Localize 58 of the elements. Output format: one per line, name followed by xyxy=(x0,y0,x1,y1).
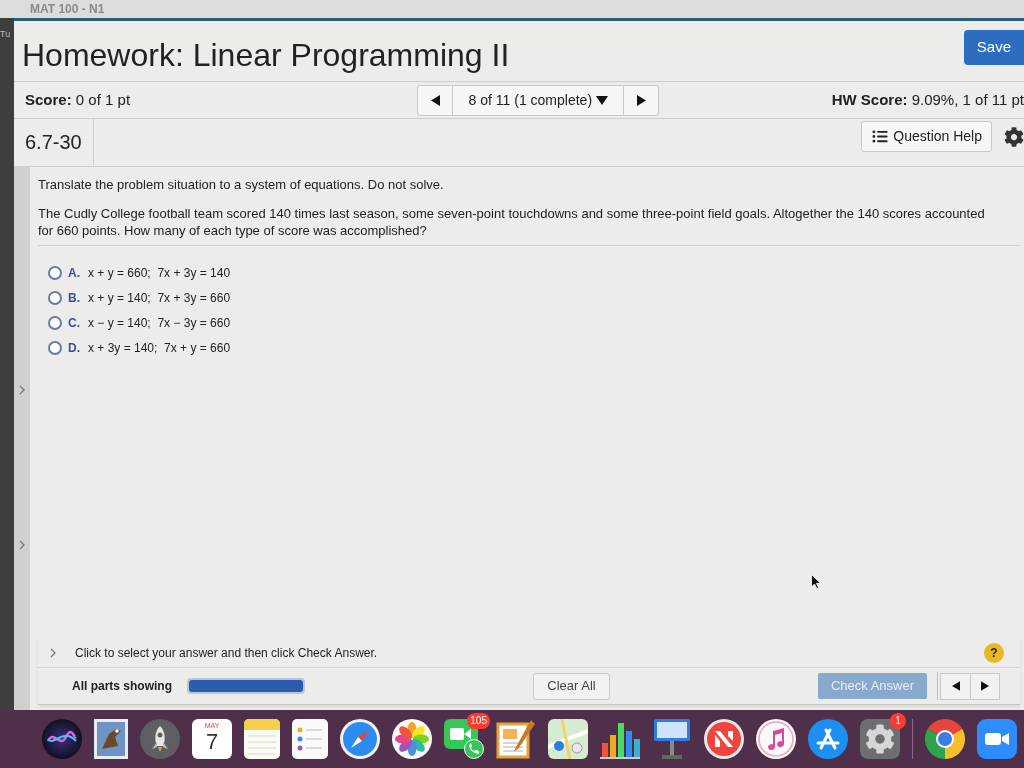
previous-button[interactable] xyxy=(940,672,970,700)
rocket-icon[interactable] xyxy=(140,719,180,759)
next-question-button[interactable] xyxy=(623,84,660,116)
triangle-lines-icon[interactable] xyxy=(808,719,848,759)
next-button[interactable] xyxy=(970,672,1000,700)
clear-all-button[interactable]: Clear All xyxy=(533,672,610,700)
question-help-button[interactable]: Question Help xyxy=(861,121,992,152)
caret-left-icon xyxy=(430,94,440,106)
sidebar-label: Tu xyxy=(0,30,11,39)
parts-label: All parts showing xyxy=(72,678,172,695)
option-letter[interactable]: A. xyxy=(68,263,80,282)
stamp-icon[interactable] xyxy=(94,719,128,759)
mouse-pointer-icon xyxy=(811,574,821,589)
radio-button[interactable] xyxy=(48,340,62,355)
question-dropdown[interactable]: 8 of 11 (1 complete) xyxy=(453,84,624,116)
document-pen-icon[interactable] xyxy=(496,719,536,759)
hint-text: Click to select your answer and then click Check Answer. xyxy=(75,644,379,662)
calendar-day: 7 xyxy=(205,731,219,753)
radio-button[interactable] xyxy=(48,315,62,330)
option-text[interactable]: x + y = 660; 7x + 3y = 140 xyxy=(88,263,231,282)
chevron-right-icon[interactable] xyxy=(19,385,25,395)
homework-title: Homework: Linear Programming II xyxy=(21,39,510,71)
option-text[interactable]: x − y = 140; 7x − 3y = 660 xyxy=(88,313,231,332)
stripes-disc-icon[interactable] xyxy=(704,719,744,759)
podium-icon[interactable] xyxy=(652,719,692,759)
checklist-icon[interactable] xyxy=(292,719,328,759)
option-text[interactable]: x + 3y = 140; 7x + y = 660 xyxy=(88,338,231,357)
instruction-text: Translate the problem situation to a system of equations. Do not solve. xyxy=(38,176,445,194)
save-button[interactable]: Save xyxy=(963,30,1024,65)
chevron-right-icon[interactable] xyxy=(50,647,56,658)
color-wheel-icon[interactable] xyxy=(925,719,965,759)
video-camera-icon[interactable] xyxy=(977,719,1017,759)
chevron-right-icon[interactable] xyxy=(19,540,25,550)
option-letter[interactable]: B. xyxy=(68,288,80,307)
option-text[interactable]: x + y = 140; 7x + 3y = 660 xyxy=(88,288,231,307)
settings-icon[interactable] xyxy=(1004,126,1024,147)
notification-badge: 105 xyxy=(467,713,490,729)
orb-icon[interactable] xyxy=(42,719,82,759)
caret-right-icon xyxy=(636,94,646,106)
list-icon xyxy=(871,129,890,144)
compass-icon[interactable] xyxy=(340,719,380,759)
radio-button[interactable] xyxy=(48,290,62,305)
option-letter[interactable]: D. xyxy=(68,338,80,357)
option-letter[interactable]: C. xyxy=(68,313,80,332)
hw-score-text: HW Score: 9.09%, 1 of 11 pt xyxy=(831,89,1024,110)
music-note-icon[interactable] xyxy=(756,719,796,759)
caret-right-icon xyxy=(981,681,989,691)
caret-down-icon xyxy=(596,95,609,105)
problem-text: The Cudly College football team scored 140 times last season, some seven-point touchdowns and some three-point field goals. Altogether the 140 scores accounted for 660 points. How many of each type of score was accomplished? xyxy=(38,204,1020,246)
notification-badge: 1 xyxy=(890,713,906,729)
score-text: Score: 0 of 1 pt xyxy=(25,89,132,110)
caret-left-icon xyxy=(951,681,960,691)
question-number: 6.7-30 xyxy=(14,119,94,165)
map-icon[interactable] xyxy=(548,719,588,759)
radio-button[interactable] xyxy=(48,265,62,280)
previous-question-button[interactable] xyxy=(417,84,454,116)
flower-icon[interactable] xyxy=(392,719,432,759)
help-button[interactable]: ? xyxy=(984,642,1004,663)
